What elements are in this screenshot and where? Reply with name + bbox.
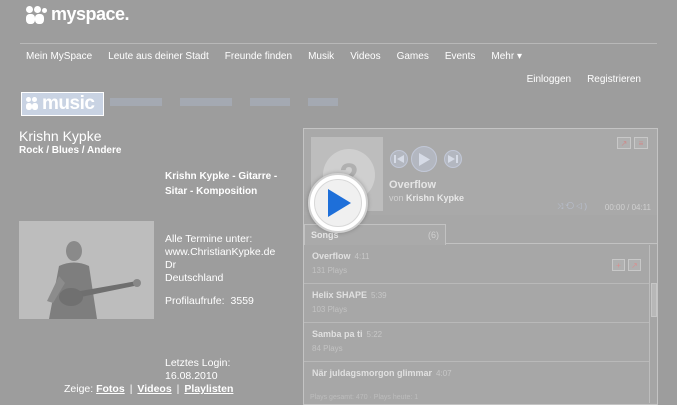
views-label: Profilaufrufe: [165, 295, 225, 307]
song-duration: 4:11 [354, 252, 370, 261]
music-subnav [110, 98, 356, 106]
now-playing-artist: von Krishn Kypke [389, 193, 464, 203]
myspace-logo[interactable]: myspace. [26, 4, 130, 25]
volume-icon[interactable]: ◁) [576, 202, 589, 211]
song-list-scrollbar[interactable] [649, 245, 657, 403]
song-row[interactable]: När juldagsmorgon glimmar 4:07 [304, 362, 649, 388]
nav-videos[interactable]: Videos [350, 51, 380, 62]
next-button[interactable] [444, 150, 462, 168]
header-divider [20, 43, 657, 44]
profile-headline: Krishn Kypke - Gitarre - Sitar - Komposi… [165, 171, 278, 197]
repeat-icon[interactable]: ⟲ [565, 202, 576, 211]
artist-genre: Rock / Blues / Andere [19, 145, 122, 156]
play-icon [419, 152, 430, 166]
last-login: Letztes Login: 16.08.2010 [165, 357, 230, 382]
song-duration: 5:22 [366, 330, 383, 339]
nav-mein-myspace[interactable]: Mein MySpace [26, 51, 92, 62]
song-row[interactable]: Overflow 4:11 131 Plays + ↗ [304, 245, 649, 284]
auth-links: Einloggen Registrieren [511, 74, 641, 85]
playlists-link[interactable]: Playlisten [184, 383, 233, 395]
profile-info: Alle Termine unter: www.ChristianKypke.d… [165, 233, 275, 285]
video-play-overlay-button[interactable] [308, 173, 368, 233]
last-login-label: Letztes Login: [165, 357, 231, 369]
next-icon [448, 155, 458, 163]
main-nav: Mein MySpace Leute aus deiner Stadt Freu… [26, 51, 538, 62]
previous-icon [394, 155, 404, 163]
song-title: När juldagsmorgon glimmar [312, 368, 433, 378]
profile-photo[interactable] [19, 221, 154, 319]
song-plays: 131 Plays [312, 266, 348, 275]
song-list: Overflow 4:11 131 Plays + ↗ Helix SHAPE 5:… [304, 245, 649, 388]
song-row[interactable]: Samba pa ti 5:22 84 Plays [304, 323, 649, 362]
play-icon [328, 189, 351, 217]
login-link[interactable]: Einloggen [527, 74, 571, 85]
song-row[interactable]: Helix SHAPE 5:39 103 Plays [304, 284, 649, 323]
nav-musik[interactable]: Musik [308, 51, 334, 62]
now-playing-title: Overflow [389, 179, 437, 191]
song-duration: 4:07 [436, 369, 452, 378]
song-title: Samba pa ti [312, 329, 363, 339]
song-plays: 84 Plays [312, 344, 343, 353]
people-icon [26, 97, 40, 111]
logo-text: myspace. [51, 4, 130, 24]
share-song-button[interactable]: ↗ [628, 259, 641, 271]
artist-name: Krishn Kypke [19, 128, 102, 144]
artist-link[interactable]: Krishn Kypke [406, 193, 464, 203]
song-title: Overflow [312, 251, 351, 261]
music-player: 2 ↗ ≡ Overflow von Krishn Kypke ⤨⟲◁) 00:… [303, 128, 658, 405]
song-duration: 5:39 [371, 291, 387, 300]
info-line: Alle Termine unter: [165, 233, 253, 245]
photos-link[interactable]: Fotos [96, 383, 125, 395]
share-button[interactable]: ↗ [617, 137, 631, 149]
song-count: (6) [428, 230, 439, 240]
playback-time: 00:00 / 04:11 [604, 203, 651, 212]
add-song-button[interactable]: + [612, 259, 625, 271]
tab-bar: Songs (6) [304, 224, 657, 245]
player-options[interactable]: ⤨⟲◁) [557, 202, 589, 212]
play-button[interactable] [411, 146, 437, 172]
views-value: 3559 [230, 295, 254, 307]
by-prefix: von [389, 193, 404, 203]
last-login-date: 16.08.2010 [165, 369, 218, 382]
previous-button[interactable] [390, 150, 408, 168]
add-button[interactable]: ≡ [634, 137, 648, 149]
show-links: Zeige: Fotos | Videos | Playlisten [64, 383, 234, 395]
nav-mehr[interactable]: Mehr ▾ [491, 51, 522, 62]
music-logo[interactable]: music [21, 92, 104, 116]
nav-leute[interactable]: Leute aus deiner Stadt [108, 51, 209, 62]
nav-games[interactable]: Games [397, 51, 429, 62]
music-logo-text: music [42, 93, 95, 114]
people-icon [26, 5, 48, 24]
nav-freunde-finden[interactable]: Freunde finden [225, 51, 292, 62]
scrollbar-thumb[interactable] [651, 283, 657, 317]
guitarist-photo [19, 221, 154, 319]
show-label: Zeige: [64, 383, 94, 395]
profile-views: Profilaufrufe: 3559 [165, 295, 254, 307]
videos-link[interactable]: Videos [137, 383, 171, 395]
website-link[interactable]: www.ChristianKypke.de [165, 246, 275, 259]
song-title: Helix SHAPE [312, 290, 368, 300]
playlist-footer: Plays gesamt: 470 · Plays heute: 1 [310, 394, 419, 401]
song-plays: 103 Plays [312, 305, 348, 314]
register-link[interactable]: Registrieren [587, 74, 641, 85]
nav-events[interactable]: Events [445, 51, 476, 62]
info-line: Deutschland [165, 272, 224, 284]
info-line: Dr [165, 259, 177, 271]
